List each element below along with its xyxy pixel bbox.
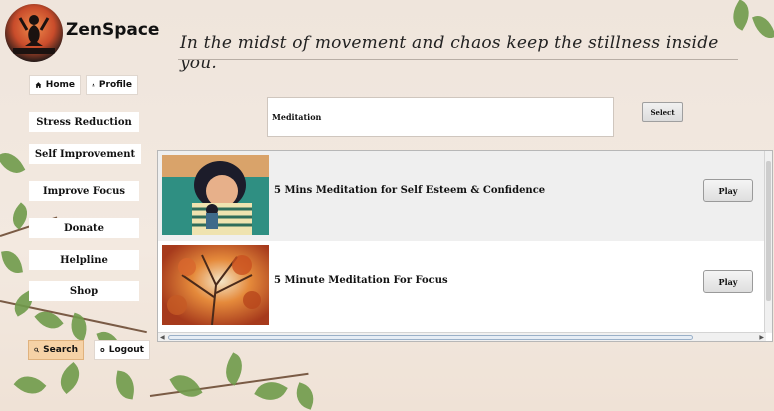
decor-leaf [752, 12, 774, 42]
play-button[interactable]: Play [703, 270, 753, 293]
sidebar-item-donate[interactable]: Donate [29, 218, 139, 238]
sidebar-item-helpline[interactable]: Helpline [29, 250, 139, 270]
power-icon [100, 348, 105, 352]
decor-leaf [1, 248, 23, 276]
sidebar-item-stress-reduction[interactable]: Stress Reduction [29, 112, 139, 132]
horizontal-scrollbar-thumb[interactable] [168, 335, 693, 340]
search-input[interactable]: Meditation [267, 97, 614, 137]
profile-label: Profile [98, 80, 132, 90]
decor-leaf [726, 0, 756, 31]
scroll-left-icon[interactable]: ◀ [160, 334, 165, 341]
vertical-scrollbar[interactable] [764, 151, 772, 333]
logout-button-label: Logout [108, 345, 144, 355]
result-title[interactable]: 5 Mins Meditation for Self Esteem & Conf… [274, 185, 545, 196]
vertical-scrollbar-thumb[interactable] [766, 161, 771, 301]
scroll-right-icon[interactable]: ▶ [759, 334, 764, 341]
result-thumbnail [162, 245, 269, 325]
home-icon [35, 82, 42, 88]
horizontal-scrollbar[interactable]: ◀ ▶ [158, 332, 766, 341]
result-thumbnail [162, 155, 269, 235]
app-name: ZenSpace [66, 20, 160, 40]
logout-button[interactable]: Logout [94, 340, 150, 360]
header-divider [178, 59, 738, 60]
list-item[interactable]: 5 Mins Meditation for Self Esteem & Conf… [158, 151, 766, 241]
decor-leaf [169, 368, 203, 404]
sidebar-item-self-improvement[interactable]: Self Improvement [29, 144, 141, 164]
play-button[interactable]: Play [703, 179, 753, 202]
search-button[interactable]: Search [28, 340, 84, 360]
list-item[interactable]: 5 Minute Meditation For Focus Play [158, 241, 766, 331]
search-icon [34, 347, 40, 353]
home-label: Home [45, 80, 75, 90]
decor-leaf [0, 147, 26, 179]
zenspace-logo [5, 4, 63, 62]
search-input-value: Meditation [272, 112, 322, 122]
results-list[interactable]: 5 Mins Meditation for Self Esteem & Conf… [157, 150, 773, 342]
select-button[interactable]: Select [642, 102, 683, 122]
header-quote: In the midst of movement and chaos keep … [180, 33, 719, 73]
result-title[interactable]: 5 Minute Meditation For Focus [274, 275, 448, 286]
decor-leaf [53, 361, 87, 395]
sidebar-item-shop[interactable]: Shop [29, 281, 139, 301]
decor-leaf [112, 370, 138, 400]
sidebar-item-improve-focus[interactable]: Improve Focus [29, 181, 139, 201]
decor-leaf [291, 382, 319, 410]
decor-leaf [13, 368, 47, 402]
home-button[interactable]: Home [29, 75, 81, 95]
search-button-label: Search [43, 345, 78, 355]
user-icon [92, 83, 95, 87]
profile-button[interactable]: Profile [86, 75, 138, 95]
